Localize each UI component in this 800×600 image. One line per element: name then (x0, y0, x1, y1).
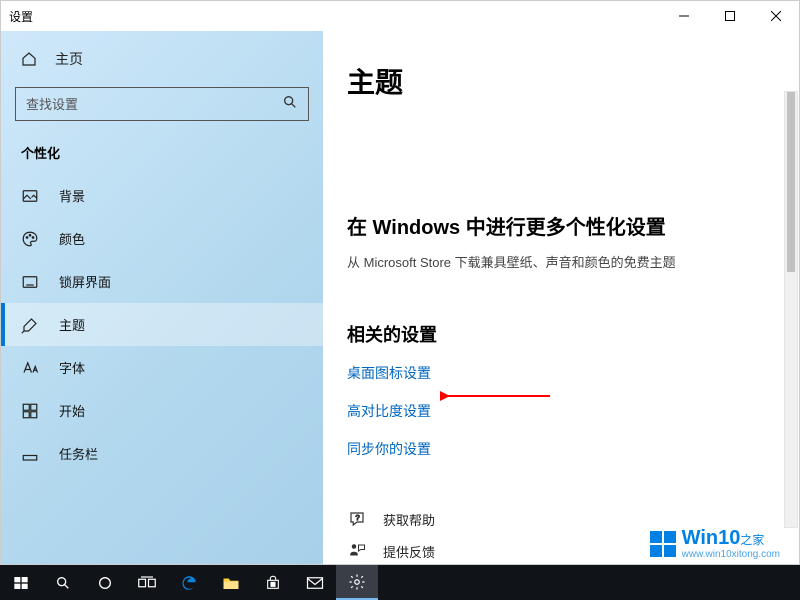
feedback-row[interactable]: 提供反馈 (347, 535, 775, 564)
taskbar (0, 565, 800, 600)
sidebar-item-label: 锁屏界面 (59, 272, 111, 291)
store-icon[interactable] (252, 565, 294, 600)
cortana-icon[interactable] (84, 565, 126, 600)
sidebar-item-label: 颜色 (59, 229, 85, 248)
page-title: 主题 (347, 61, 775, 101)
link-high-contrast[interactable]: 高对比度设置 (347, 401, 431, 421)
store-subtitle: 从 Microsoft Store 下载兼具壁纸、声音和颜色的免费主题 (347, 252, 775, 271)
settings-taskbar-icon[interactable] (336, 565, 378, 600)
taskbar-search-icon[interactable] (42, 565, 84, 600)
feedback-icon (347, 541, 367, 561)
category-label: 个性化 (1, 137, 323, 174)
sidebar-item-label: 开始 (59, 401, 85, 420)
sidebar-item-start[interactable]: 开始 (1, 389, 323, 432)
link-desktop-icons[interactable]: 桌面图标设置 (347, 363, 431, 383)
picture-icon (21, 187, 39, 205)
sidebar-item-label: 字体 (59, 358, 85, 377)
sidebar-item-lockscreen[interactable]: 锁屏界面 (1, 260, 323, 303)
nav-list: 背景 颜色 锁屏界面 (1, 174, 323, 556)
start-icon (21, 402, 39, 420)
link-sync-settings[interactable]: 同步你的设置 (347, 439, 431, 459)
window-title: 设置 (9, 8, 661, 25)
svg-text:?: ? (356, 513, 360, 522)
task-view-icon[interactable] (126, 565, 168, 600)
taskbar-icon (21, 445, 39, 463)
search-icon (282, 94, 298, 115)
sidebar-item-taskbar[interactable]: 任务栏 (1, 432, 323, 475)
home-label: 主页 (55, 49, 83, 69)
scrollbar[interactable] (784, 91, 798, 528)
mail-icon[interactable] (294, 565, 336, 600)
sidebar-item-label: 任务栏 (59, 444, 98, 463)
scrollbar-thumb[interactable] (787, 92, 795, 272)
feedback-label: 提供反馈 (383, 542, 435, 561)
lockscreen-icon (21, 273, 39, 291)
home-link[interactable]: 主页 (1, 39, 323, 79)
related-heading: 相关的设置 (347, 321, 775, 347)
sidebar: 主页 个性化 背景 (1, 31, 323, 564)
search-box[interactable] (15, 87, 309, 121)
palette-icon (21, 230, 39, 248)
settings-window: 设置 主页 (0, 0, 800, 565)
window-controls (661, 1, 799, 31)
file-explorer-icon[interactable] (210, 565, 252, 600)
sidebar-item-label: 主题 (59, 315, 85, 334)
edge-icon[interactable] (168, 565, 210, 600)
sidebar-item-colors[interactable]: 颜色 (1, 217, 323, 260)
sidebar-item-background[interactable]: 背景 (1, 174, 323, 217)
start-button[interactable] (0, 565, 42, 600)
store-heading: 在 Windows 中进行更多个性化设置 (347, 211, 775, 240)
home-icon (21, 51, 37, 67)
titlebar: 设置 (1, 1, 799, 31)
help-label: 获取帮助 (383, 510, 435, 529)
sidebar-item-fonts[interactable]: 字体 (1, 346, 323, 389)
get-help-row[interactable]: ? 获取帮助 (347, 503, 775, 535)
close-button[interactable] (753, 1, 799, 31)
font-icon (21, 359, 39, 377)
content-area: 主题 在 Windows 中进行更多个性化设置 从 Microsoft Stor… (323, 31, 799, 564)
maximize-button[interactable] (707, 1, 753, 31)
brush-icon (21, 316, 39, 334)
search-input[interactable] (26, 97, 282, 112)
minimize-button[interactable] (661, 1, 707, 31)
sidebar-item-themes[interactable]: 主题 (1, 303, 323, 346)
help-icon: ? (347, 509, 367, 529)
sidebar-item-label: 背景 (59, 186, 85, 205)
body-area: 主页 个性化 背景 (1, 31, 799, 564)
